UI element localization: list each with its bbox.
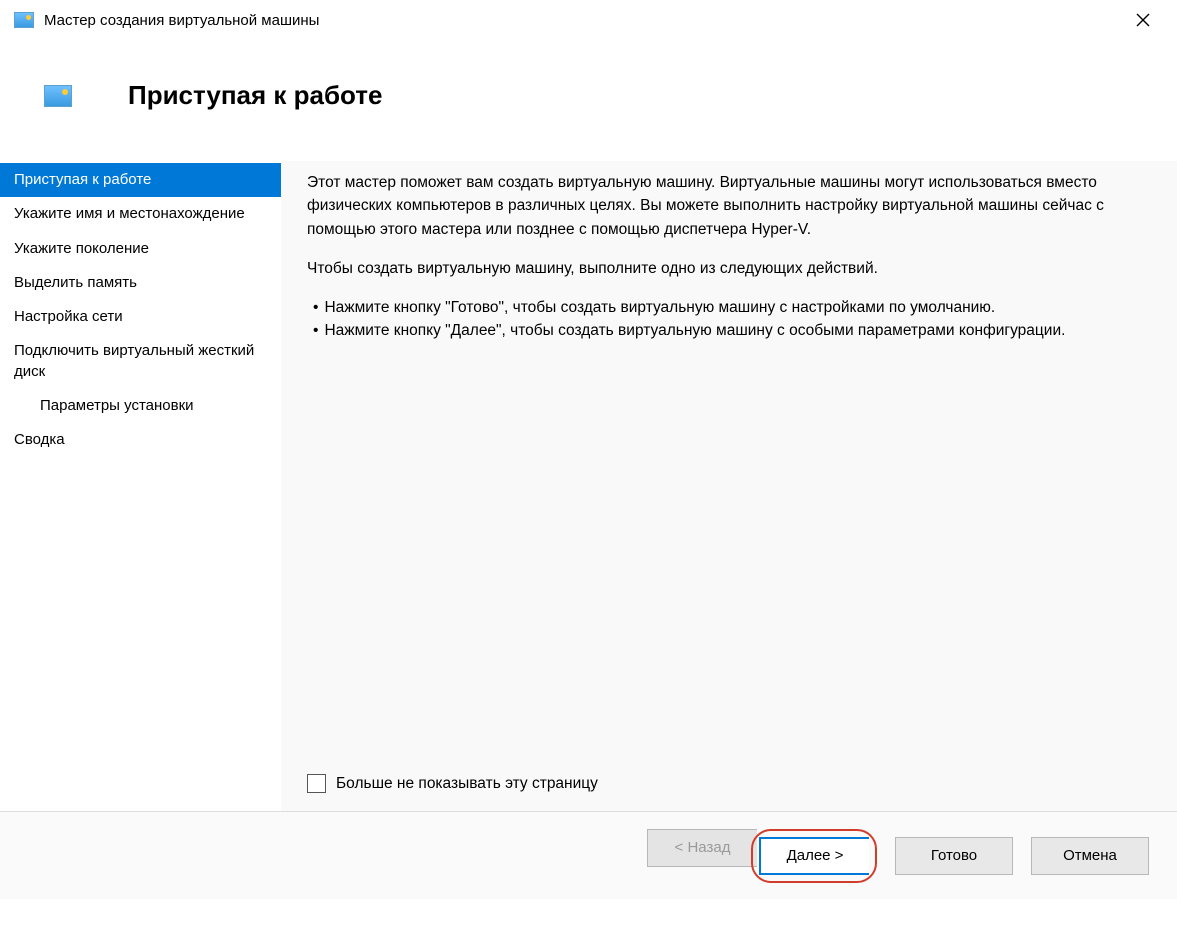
back-button: < Назад [647,829,757,867]
sidebar-step-1[interactable]: Укажите имя и местонахождение [0,197,281,231]
close-icon [1136,13,1150,27]
intro-paragraph: Этот мастер поможет вам создать виртуаль… [307,171,1157,241]
sidebar-step-0[interactable]: Приступая к работе [0,163,281,197]
next-button[interactable]: Далее > [759,837,869,875]
titlebar: Мастер создания виртуальной машины [0,0,1177,40]
finish-button[interactable]: Готово [895,837,1013,875]
next-button-highlight: Далее > [751,829,877,883]
vm-wizard-icon [44,85,72,107]
content-text: Этот мастер поможет вам создать виртуаль… [307,171,1157,343]
window-title: Мастер создания виртуальной машины [44,12,1123,29]
wizard-header: Приступая к работе [0,40,1177,161]
sidebar-step-3[interactable]: Выделить память [0,266,281,300]
bullet-finish: Нажмите кнопку "Готово", чтобы создать в… [324,296,995,319]
dont-show-again-checkbox[interactable] [307,774,326,793]
page-title: Приступая к работе [128,80,382,111]
dont-show-again-label: Больше не показывать эту страницу [336,775,598,793]
sidebar-step-2[interactable]: Укажите поколение [0,232,281,266]
sidebar-step-4[interactable]: Настройка сети [0,300,281,334]
wizard-body: Приступая к работеУкажите имя и местонах… [0,161,1177,811]
wizard-steps-sidebar: Приступая к работеУкажите имя и местонах… [0,161,281,811]
vm-wizard-icon [14,12,34,28]
cancel-button[interactable]: Отмена [1031,837,1149,875]
instruction-bullets: •Нажмите кнопку "Готово", чтобы создать … [307,296,1157,343]
wizard-footer: < Назад Далее > Готово Отмена [0,811,1177,899]
bullet-next: Нажмите кнопку "Далее", чтобы создать ви… [324,319,1065,342]
close-button[interactable] [1123,5,1163,35]
instruction-paragraph: Чтобы создать виртуальную машину, выполн… [307,257,1157,280]
sidebar-step-5[interactable]: Подключить виртуальный жесткий диск [0,334,281,389]
sidebar-step-6[interactable]: Параметры установки [0,389,281,423]
dont-show-again-row: Больше не показывать эту страницу [307,774,1157,793]
sidebar-step-7[interactable]: Сводка [0,423,281,457]
wizard-content: Этот мастер поможет вам создать виртуаль… [281,161,1177,811]
